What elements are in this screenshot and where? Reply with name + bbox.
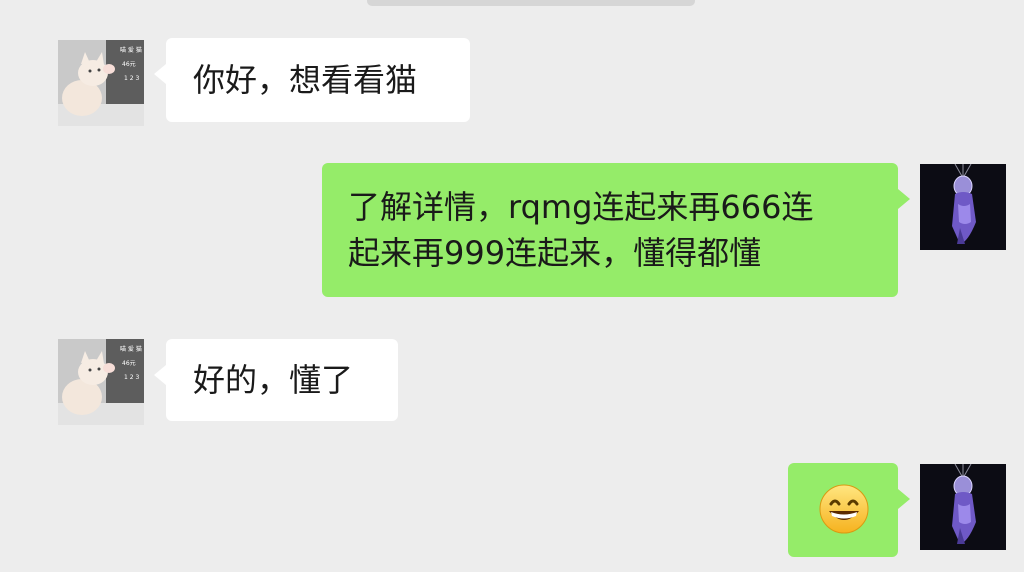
cat-avatar-icon: 喵 爱 猫 46元 1 2 3 [58, 339, 144, 425]
message-bubble-contact-1[interactable]: 你好，想看看猫 [154, 38, 470, 122]
self-avatar[interactable] [920, 164, 1006, 250]
message-bubble-contact-2[interactable]: 好的，懂了 [154, 339, 398, 421]
avatar-caption-line-1: 喵 爱 猫 [120, 345, 142, 353]
message-bubble-self-1[interactable]: 了解详情，rqmg连起来再666连 起来再999连起来，懂得都懂 [322, 163, 910, 297]
contact-avatar[interactable]: 喵 爱 猫 46元 1 2 3 [58, 339, 144, 425]
message-text-line-1: 了解详情，rqmg连起来再666连 [348, 188, 814, 226]
contact-avatar[interactable]: 喵 爱 猫 46元 1 2 3 [58, 40, 144, 126]
top-scroll-indicator [367, 0, 695, 6]
self-avatar[interactable] [920, 464, 1006, 550]
avatar-caption-line-2: 46元 [122, 61, 136, 68]
astronaut-avatar-icon [920, 164, 1006, 250]
cat-avatar-icon: 喵 爱 猫 46元 1 2 3 [58, 40, 144, 126]
message-text: 好的，懂了 [193, 361, 354, 399]
avatar-caption-line-3: 1 2 3 [124, 75, 139, 82]
message-text: 你好，想看看猫 [193, 61, 418, 99]
grinning-face-emoji-icon [819, 484, 869, 534]
message-text-line-2: 起来再999连起来，懂得都懂 [348, 234, 762, 272]
astronaut-avatar-icon [920, 464, 1006, 550]
avatar-caption-line-3: 1 2 3 [124, 374, 139, 381]
avatar-caption-line-1: 喵 爱 猫 [120, 46, 142, 54]
avatar-caption-line-2: 46元 [122, 360, 136, 367]
message-bubble-self-2[interactable] [788, 463, 910, 557]
